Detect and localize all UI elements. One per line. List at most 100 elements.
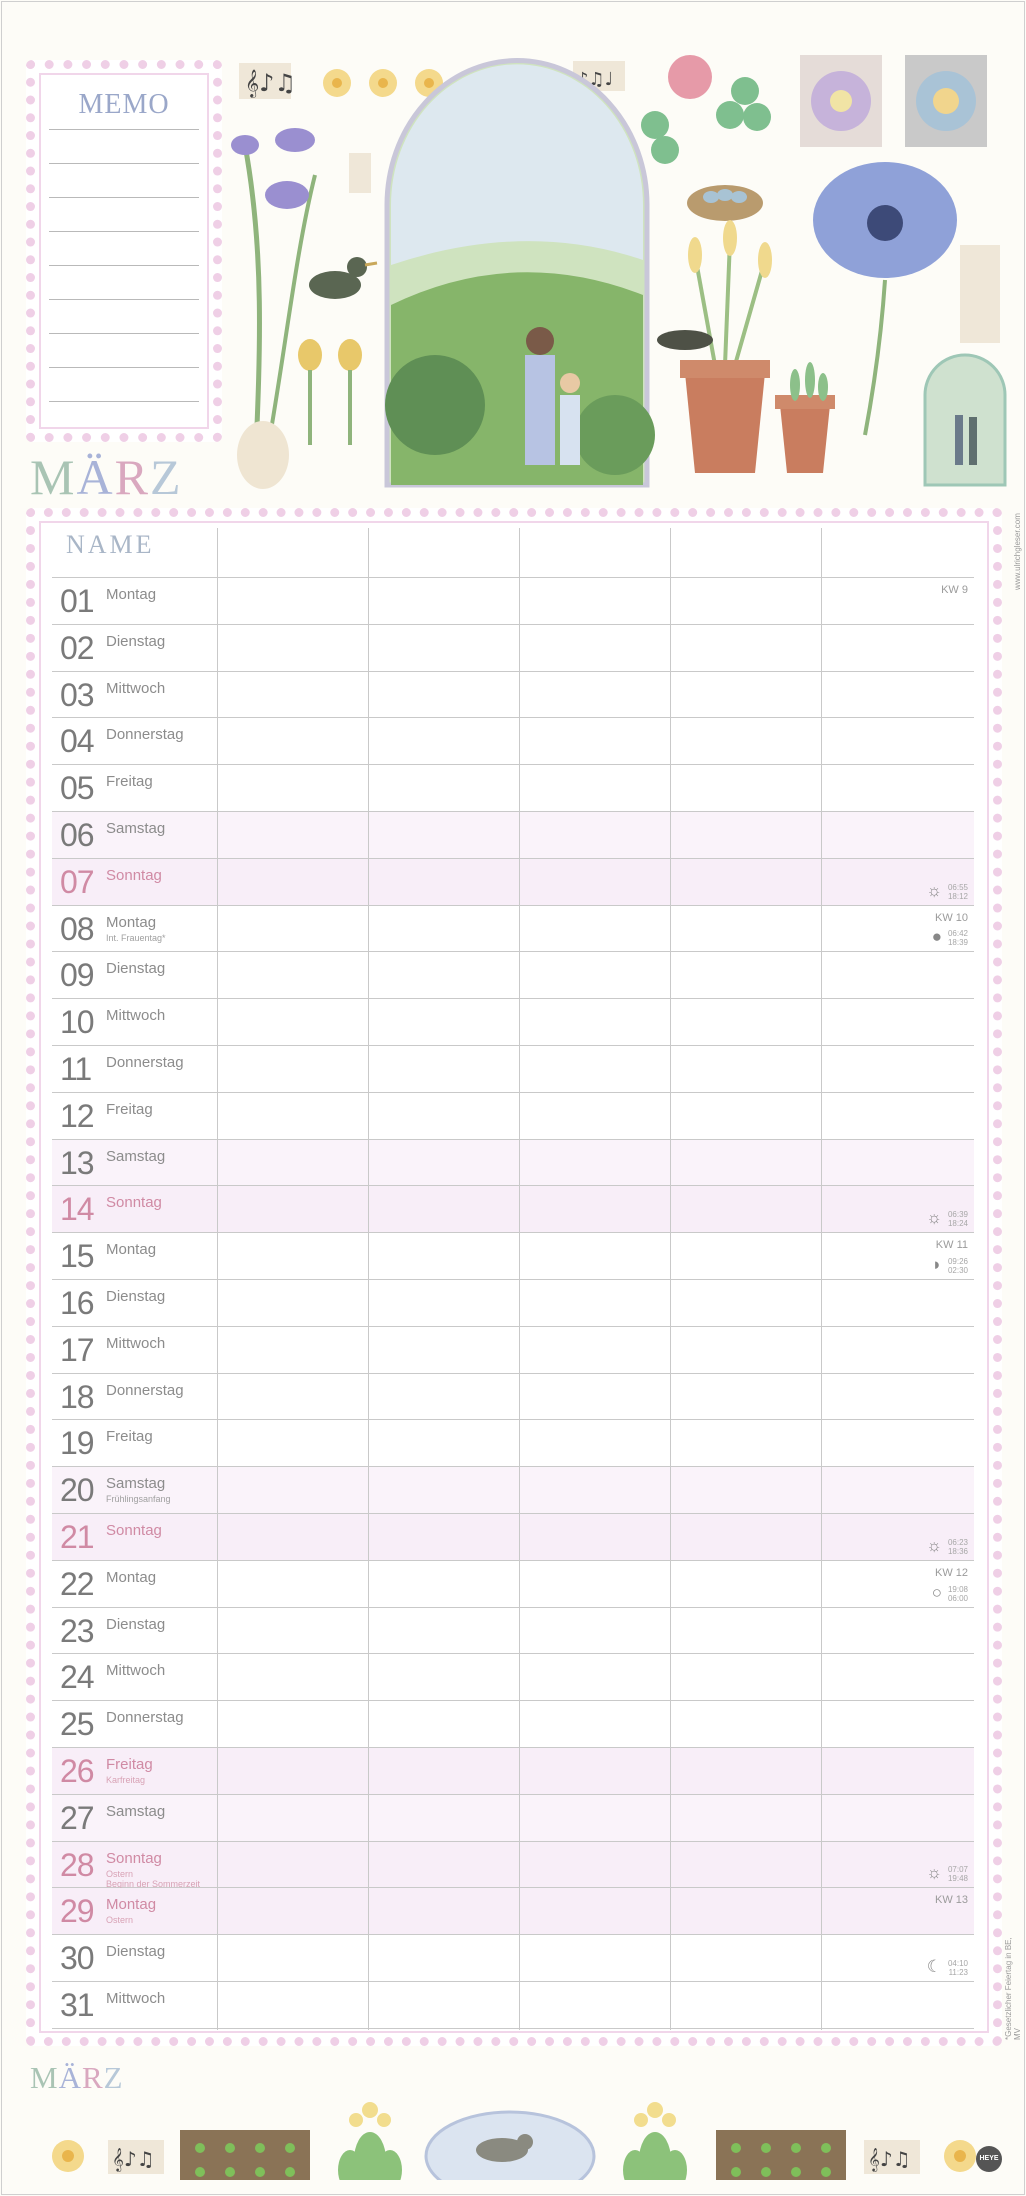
day-row: 04 Donnerstag — [52, 718, 974, 766]
heye-logo: HEYE — [976, 2146, 1002, 2172]
day-row: 22 Montag KW 12 ○ 19:08 06:00 — [52, 1561, 974, 1608]
new-moon-icon: ○ — [931, 1582, 942, 1602]
day-number: 11 — [60, 1051, 92, 1087]
day-row: 11 Donnerstag — [52, 1046, 974, 1093]
sun-icon: ☼ — [926, 1208, 942, 1228]
svg-text:𝄞♪♫: 𝄞♪♫ — [245, 69, 296, 98]
day-number: 02 — [60, 629, 95, 666]
day-row: 18 Donnerstag — [52, 1374, 974, 1421]
memo-line — [49, 231, 199, 232]
weekday-label: Montag — [106, 586, 157, 603]
weekday-label: Montag — [106, 1241, 157, 1259]
memo-line — [49, 401, 199, 402]
website-text: www.ulrichgleser.com — [1013, 513, 1022, 590]
day-row: 01 Montag KW 9 — [52, 578, 974, 625]
day-number: 18 — [60, 1378, 95, 1415]
weekday-label: Mittwoch — [106, 679, 166, 697]
day-number: 25 — [60, 1706, 95, 1743]
memo-line — [49, 129, 199, 130]
day-number: 17 — [60, 1331, 95, 1368]
weekday-label: Donnerstag — [106, 726, 184, 744]
memo-line — [49, 163, 199, 164]
weekday-label: Mittwoch — [106, 1990, 166, 2007]
day-row: 13 Samstag — [52, 1139, 974, 1187]
memo-line — [49, 197, 199, 198]
time-label: 04:10 11:23 — [947, 1958, 968, 1977]
memo-line — [49, 299, 199, 300]
day-number: 28 — [60, 1846, 95, 1883]
full-moon-icon: ● — [931, 927, 942, 947]
day-row: 21 Sonntag ☼ 06:23 18:36 — [52, 1514, 974, 1561]
holiday-footnote: *Gesetzlicher Feiertag in BE, MV — [1004, 1937, 1022, 2040]
column-divider — [821, 528, 822, 2030]
day-number: 10 — [60, 1004, 95, 1041]
day-number: 23 — [60, 1612, 95, 1649]
weekday-label: Freitag — [106, 1100, 153, 1118]
calendar-week-label: KW 9 — [941, 584, 968, 596]
weekday-label: Samstag — [106, 1475, 166, 1493]
header-row — [52, 528, 974, 578]
day-row: 02 Dienstag — [52, 625, 974, 672]
weekday-label: Donnerstag — [106, 1381, 184, 1399]
weekday-label: Montag — [106, 913, 157, 931]
sun-icon: ☼ — [926, 1863, 942, 1883]
day-row: 26 Freitag Karfreitag — [52, 1748, 974, 1795]
day-number: 15 — [60, 1238, 95, 1275]
day-note: Frühlingsanfang — [106, 1494, 171, 1505]
column-divider — [217, 528, 218, 2030]
day-row: 16 Dienstag — [52, 1280, 974, 1327]
weekday-label: Montag — [106, 1568, 157, 1586]
day-number: 22 — [60, 1565, 95, 1602]
day-number: 13 — [60, 1144, 95, 1181]
weekday-label: Freitag — [106, 1756, 153, 1773]
calendar-week-label: KW 12 — [934, 1566, 968, 1579]
weekday-label: Sonntag — [106, 1849, 162, 1867]
day-row: 24 Mittwoch — [52, 1654, 974, 1702]
crescent-moon-icon: ☾ — [926, 1956, 942, 1976]
weekday-label: Dienstag — [106, 1615, 166, 1633]
day-number: 27 — [60, 1799, 95, 1836]
weekday-label: Donnerstag — [106, 1054, 184, 1071]
day-row: 30 Dienstag ☾ 04:10 11:23 — [52, 1935, 974, 1982]
day-row: 09 Dienstag — [52, 952, 974, 1000]
weekday-label: Dienstag — [106, 960, 166, 978]
day-row: 31 Mittwoch — [52, 1982, 974, 2029]
day-row: 10 Mittwoch — [52, 999, 974, 1046]
day-number: 03 — [60, 676, 95, 713]
time-label: 06:39 18:24 — [947, 1210, 968, 1229]
time-label: 06:23 18:36 — [947, 1537, 968, 1556]
column-divider — [368, 528, 369, 2030]
day-number: 29 — [60, 1893, 95, 1930]
memo-title: MEMO — [78, 89, 170, 120]
day-number: 19 — [60, 1425, 95, 1462]
spring-illustration: 𝄞♪♫ ♪♫♩ — [231, 55, 1007, 489]
day-number: 16 — [60, 1285, 95, 1321]
day-number: 20 — [60, 1472, 95, 1509]
day-row: 27 Samstag — [52, 1794, 974, 1842]
month-title: MÄRZ — [30, 449, 183, 505]
day-row: 08 Montag Int. Frauentag* KW 10 ● 06:42 18:39 — [52, 906, 974, 953]
day-row: 28 Sonntag Ostern Beginn der Sommerzeit ☼ 07… — [52, 1841, 974, 1889]
day-row: 19 Freitag — [52, 1420, 974, 1468]
memo-box: MEMO — [26, 60, 222, 442]
weekday-label: Mittwoch — [106, 1007, 166, 1025]
day-row: 20 Samstag Frühlingsanfang — [52, 1467, 974, 1514]
column-divider — [670, 528, 671, 2030]
weekday-label: Mittwoch — [106, 1662, 166, 1680]
calendar-week-label: KW 11 — [935, 1239, 968, 1252]
day-row: 14 Sonntag ☼ 06:39 18:24 — [52, 1186, 974, 1234]
day-row: 03 Mittwoch — [52, 672, 974, 719]
day-number: 06 — [60, 817, 95, 853]
memo-line — [49, 367, 199, 368]
day-number: 30 — [60, 1940, 95, 1977]
day-row: 25 Donnerstag — [52, 1701, 974, 1748]
weekday-label: Sonntag — [106, 1194, 162, 1212]
day-number: 26 — [60, 1753, 95, 1789]
day-row: 06 Samstag — [52, 812, 974, 859]
day-number: 07 — [60, 863, 95, 900]
day-note: Ostern Beginn der Sommerzeit — [106, 1868, 201, 1889]
weekday-label: Samstag — [106, 820, 166, 837]
footer-illustration: 𝄞♪♫ 𝄞♪♫ — [52, 2102, 976, 2180]
day-row: 05 Freitag — [52, 765, 974, 812]
day-row: 29 Montag Ostern KW 13 — [52, 1888, 974, 1936]
